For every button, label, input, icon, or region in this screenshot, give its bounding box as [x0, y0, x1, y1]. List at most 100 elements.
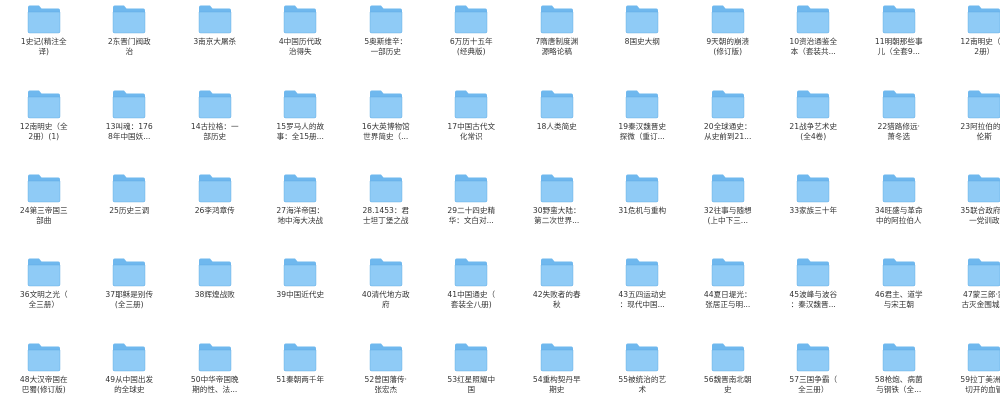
folder-icon[interactable] [967, 173, 1000, 203]
folder-item[interactable]: 37耶稣是别传 (全三册) [87, 253, 173, 338]
folder-item[interactable]: 56魏晋南北朝 史 [685, 338, 771, 406]
folder-item[interactable]: 38辉煌战败 [172, 253, 258, 338]
folder-item[interactable]: 5奥斯维辛： 一部历史 [343, 0, 429, 85]
folder-icon[interactable] [283, 89, 317, 119]
folder-item[interactable]: 20全球通史： 从史前到21... [685, 85, 771, 169]
folder-item[interactable]: 59拉丁美洲被 切开的血管 [942, 338, 1000, 406]
folder-icon[interactable] [27, 257, 61, 287]
folder-icon[interactable] [27, 342, 61, 372]
folder-icon[interactable] [112, 257, 146, 287]
folder-item[interactable]: 41中国通史（ 套装全八册) [429, 253, 515, 338]
folder-item[interactable]: 13叫魂：176 8年中国妖... [87, 85, 173, 169]
folder-icon[interactable] [540, 257, 574, 287]
folder-item[interactable]: 49从中国出发 的全球史 [87, 338, 173, 406]
folder-icon[interactable] [112, 173, 146, 203]
folder-icon[interactable] [454, 173, 488, 203]
folder-item[interactable]: 53红星照耀中 国 [429, 338, 515, 406]
folder-item[interactable]: 19秦汉魏晋史 探微（重订... [600, 85, 686, 169]
folder-icon[interactable] [369, 173, 403, 203]
folder-icon[interactable] [198, 4, 232, 34]
folder-item[interactable]: 46君主、道学 与宋王朝 [856, 253, 942, 338]
folder-item[interactable]: 21战争艺术史 (全4卷) [771, 85, 857, 169]
folder-icon[interactable] [967, 342, 1000, 372]
folder-icon[interactable] [711, 4, 745, 34]
folder-icon[interactable] [967, 89, 1000, 119]
folder-item[interactable]: 54重构契丹早 期史 [514, 338, 600, 406]
folder-item[interactable]: 48大汉帝国在 巴蜀(修订版) [1, 338, 87, 406]
folder-icon[interactable] [625, 4, 659, 34]
folder-icon[interactable] [711, 342, 745, 372]
folder-icon[interactable] [283, 257, 317, 287]
folder-icon[interactable] [540, 89, 574, 119]
folder-icon[interactable] [112, 89, 146, 119]
folder-icon[interactable] [198, 257, 232, 287]
folder-item[interactable]: 25历史三调 [87, 169, 173, 253]
folder-item[interactable]: 30野蛮大陆： 第二次世界... [514, 169, 600, 253]
folder-item[interactable]: 9天朝的崩溃 (修订版) [685, 0, 771, 85]
folder-item[interactable]: 45波峰与波谷 ：秦汉魏晋... [771, 253, 857, 338]
folder-icon[interactable] [369, 342, 403, 372]
folder-item[interactable]: 7隋唐制度渊 源略论稿 [514, 0, 600, 85]
folder-icon[interactable] [540, 342, 574, 372]
folder-icon[interactable] [796, 257, 830, 287]
folder-item[interactable]: 44夏日堤光： 张居正与明... [685, 253, 771, 338]
folder-icon[interactable] [882, 173, 916, 203]
folder-icon[interactable] [454, 4, 488, 34]
folder-icon[interactable] [198, 89, 232, 119]
folder-item[interactable]: 58枪炮、病菌 与钢铁（全... [856, 338, 942, 406]
folder-item[interactable]: 27海洋帝国： 地中海大决战 [258, 169, 344, 253]
folder-icon[interactable] [882, 89, 916, 119]
folder-item[interactable]: 22猎路修远· 萧冬选 [856, 85, 942, 169]
folder-item[interactable]: 12南明史（全 2册） [942, 0, 1000, 85]
folder-icon[interactable] [796, 89, 830, 119]
folder-icon[interactable] [967, 4, 1000, 34]
folder-icon[interactable] [711, 173, 745, 203]
folder-icon[interactable] [540, 4, 574, 34]
folder-item[interactable]: 23阿拉伯的劳 伦斯 [942, 85, 1000, 169]
folder-item[interactable]: 8国史大纲 [600, 0, 686, 85]
folder-item[interactable]: 15罗马人的故 事：全15册... [258, 85, 344, 169]
folder-item[interactable]: 57三国争霸（ 全三册） [771, 338, 857, 406]
folder-item[interactable]: 10资治通鉴全 本（套装共... [771, 0, 857, 85]
folder-item[interactable]: 11明朝那些事 儿（全套9... [856, 0, 942, 85]
folder-icon[interactable] [625, 89, 659, 119]
folder-icon[interactable] [198, 342, 232, 372]
folder-icon[interactable] [882, 257, 916, 287]
folder-icon[interactable] [369, 257, 403, 287]
folder-icon[interactable] [882, 4, 916, 34]
folder-item[interactable]: 6万历十五年 (经典版) [429, 0, 515, 85]
folder-item[interactable]: 3南京大屠杀 [172, 0, 258, 85]
folder-item[interactable]: 47蒙三郎·蒙 古灭金围城史 [942, 253, 1000, 338]
folder-icon[interactable] [967, 257, 1000, 287]
folder-icon[interactable] [112, 4, 146, 34]
folder-icon[interactable] [796, 342, 830, 372]
folder-item[interactable]: 35联合政府与 一党训政 [942, 169, 1000, 253]
folder-icon[interactable] [27, 173, 61, 203]
folder-item[interactable]: 40清代地方政 府 [343, 253, 429, 338]
folder-icon[interactable] [112, 342, 146, 372]
folder-item[interactable]: 2东晋门阀政 治 [87, 0, 173, 85]
folder-item[interactable]: 55被统治的艺 术 [600, 338, 686, 406]
folder-item[interactable]: 1史记(精注全 译) [1, 0, 87, 85]
folder-icon[interactable] [454, 89, 488, 119]
folder-icon[interactable] [796, 173, 830, 203]
folder-icon[interactable] [27, 4, 61, 34]
folder-item[interactable]: 12南明史（全 2册）(1) [1, 85, 87, 169]
folder-item[interactable]: 26李鸿章传 [172, 169, 258, 253]
folder-icon[interactable] [796, 4, 830, 34]
folder-icon[interactable] [27, 89, 61, 119]
folder-icon[interactable] [369, 4, 403, 34]
folder-icon[interactable] [711, 257, 745, 287]
folder-icon[interactable] [882, 342, 916, 372]
folder-item[interactable]: 36文明之光（ 全三册） [1, 253, 87, 338]
folder-item[interactable]: 4中国历代政 治得失 [258, 0, 344, 85]
folder-item[interactable]: 16大英博物馆 世界简史（... [343, 85, 429, 169]
folder-item[interactable]: 33家族三十年 [771, 169, 857, 253]
folder-icon[interactable] [454, 342, 488, 372]
folder-item[interactable]: 14古拉格：一 部历史 [172, 85, 258, 169]
folder-icon[interactable] [625, 257, 659, 287]
folder-item[interactable]: 31危机与重构 [600, 169, 686, 253]
folder-icon[interactable] [625, 173, 659, 203]
folder-item[interactable]: 34旺盛与革命 中的阿拉伯人 [856, 169, 942, 253]
folder-item[interactable]: 29二十四史精 华：文白对... [429, 169, 515, 253]
